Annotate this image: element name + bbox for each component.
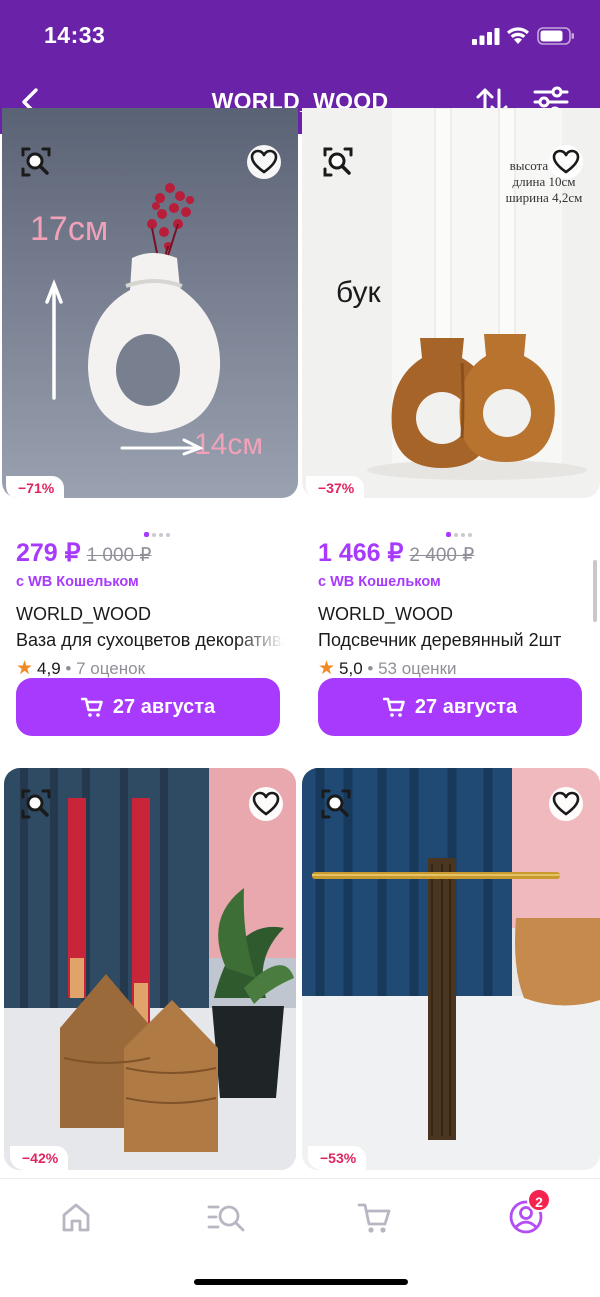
wallet-note: с WB Кошельком — [16, 574, 139, 590]
discount-badge: −37% — [306, 476, 365, 498]
cart-icon — [80, 697, 103, 717]
rating: ★ 5,0 • 53 оценки — [318, 658, 457, 679]
product-photo[interactable]: 17см 14см −71% — [2, 108, 298, 498]
discount-badge: −71% — [6, 476, 65, 498]
product-photo[interactable]: −42% — [4, 768, 296, 1170]
visual-search-icon[interactable] — [18, 144, 54, 180]
photo-caption-width: ширина 4,2см — [506, 190, 583, 205]
heart-icon[interactable] — [548, 144, 584, 180]
current-price: 1 466 ₽ — [318, 539, 404, 567]
product-name: Ваза для сухоцветов декоративная — [16, 630, 284, 650]
wifi-icon — [507, 27, 529, 44]
discount-badge: −42% — [10, 1146, 69, 1170]
visual-search-icon[interactable] — [18, 786, 54, 822]
price-row: 1 466 ₽2 400 ₽ — [318, 538, 474, 568]
battery-icon — [537, 27, 574, 45]
home-indicator[interactable] — [194, 1279, 408, 1285]
brand-name: WORLD_WOOD — [16, 604, 151, 624]
visual-search-icon[interactable] — [320, 144, 356, 180]
delivery-date: 27 августа — [414, 695, 518, 718]
status-bar: 14:33 — [0, 0, 600, 70]
delivery-date: 27 августа — [112, 695, 216, 718]
wallet-note: с WB Кошельком — [318, 574, 441, 590]
profile-notification-badge: 2 — [527, 1188, 551, 1212]
photo-caption-width: 14см — [194, 428, 263, 461]
brand-name: WORLD_WOOD — [318, 604, 453, 624]
star-icon: ★ — [16, 658, 34, 679]
signal-icon — [472, 28, 500, 45]
home-icon[interactable] — [56, 1197, 96, 1237]
rating-value: 5,0 — [339, 659, 363, 678]
product-photo[interactable]: −53% — [302, 768, 600, 1170]
photo-caption-material: бук — [336, 276, 382, 309]
review-count: 7 оценок — [76, 659, 146, 678]
photo-caption-height: 17см — [30, 210, 108, 248]
review-count: 53 оценки — [378, 659, 457, 678]
heart-icon[interactable] — [548, 786, 584, 822]
catalog-search-icon[interactable] — [206, 1197, 246, 1237]
visual-search-icon[interactable] — [318, 786, 354, 822]
rating: ★ 4,9 • 7 оценок — [16, 658, 146, 679]
product-name: Подсвечник деревянный 2шт — [318, 630, 562, 650]
star-icon: ★ — [318, 658, 336, 679]
cart-icon — [382, 697, 405, 717]
add-to-cart-button[interactable]: 27 августа — [318, 678, 582, 736]
price-row: 279 ₽1 000 ₽ — [16, 538, 152, 568]
old-price: 2 400 ₽ — [409, 545, 475, 566]
add-to-cart-button[interactable]: 27 августа — [16, 678, 280, 736]
heart-icon[interactable] — [248, 786, 284, 822]
old-price: 1 000 ₽ — [86, 545, 152, 566]
rating-value: 4,9 — [37, 659, 61, 678]
current-price: 279 ₽ — [16, 539, 81, 567]
product-photo[interactable]: бук высота 12см длина 10см ширина 4,2см … — [302, 108, 600, 498]
photo-pagination — [16, 526, 298, 538]
photo-pagination — [318, 526, 600, 538]
heart-icon[interactable] — [246, 144, 282, 180]
discount-badge: −53% — [308, 1146, 367, 1170]
status-time: 14:33 — [44, 22, 106, 48]
cart-icon[interactable] — [354, 1197, 394, 1237]
scrollbar[interactable] — [593, 560, 597, 622]
